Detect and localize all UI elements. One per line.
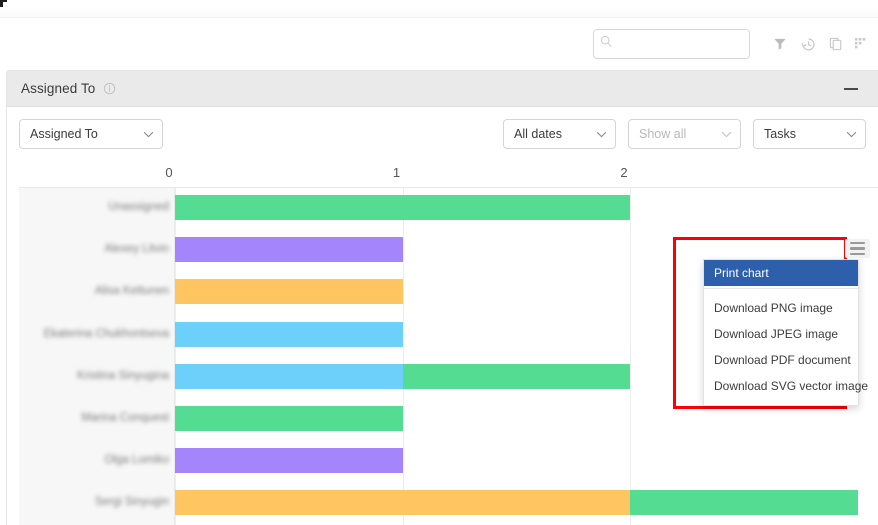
menu-separator: [704, 288, 858, 289]
minimize-button[interactable]: [838, 76, 864, 102]
chart-category-label: Alisa Kettunen: [94, 285, 169, 298]
chart-bar[interactable]: [175, 448, 878, 474]
chart-category-label: Kristina Sinyugina: [76, 369, 169, 382]
chart-bar-segment[interactable]: [402, 363, 630, 389]
chart-category-label: Sergi Sinyugin: [94, 496, 169, 509]
type-select-label: Tasks: [764, 127, 796, 141]
window-corner-artifact: [0, 0, 7, 7]
history-icon[interactable]: [794, 29, 822, 59]
hamburger-icon[interactable]: [845, 239, 870, 258]
search-icon: [600, 35, 613, 53]
chart-category-label: Olga Lomiko: [104, 454, 169, 467]
filter-bar: Assigned To All dates Show all Tasks: [7, 107, 878, 161]
export-menu[interactable]: Print chart Download PNG image Download JP…: [703, 259, 868, 406]
assigned-to-panel: Assigned To Assigned To All dates Show a…: [6, 70, 878, 525]
panel-header: Assigned To: [7, 71, 878, 107]
export-menu-item[interactable]: Download SVG vector image: [704, 373, 868, 399]
chart-bar-segment[interactable]: [175, 321, 403, 347]
chart-x-axis: 0 1 2: [7, 161, 878, 187]
top-strip: [0, 8, 878, 18]
type-select[interactable]: Tasks: [753, 119, 866, 149]
chart-category-label: Ekaterina Chukhontseva: [43, 327, 169, 340]
chart-bar[interactable]: [175, 490, 878, 516]
chart-bar-segment[interactable]: [175, 448, 403, 474]
chevron-down-icon: [721, 127, 732, 141]
search-box[interactable]: [593, 29, 772, 59]
chart-bar[interactable]: [175, 195, 878, 220]
chevron-down-icon: [143, 127, 154, 141]
assigned-to-select[interactable]: Assigned To: [19, 119, 163, 149]
chart-category-label: Alexey Litvin: [104, 243, 169, 256]
x-tick-label: 2: [620, 165, 628, 180]
chart-bar-segment[interactable]: [175, 406, 403, 431]
page-title: Assigned To: [21, 81, 96, 96]
copy-icon[interactable]: [822, 29, 850, 59]
x-tick-label: 1: [392, 165, 401, 180]
toolbar: [0, 18, 878, 70]
chart-bar-segment[interactable]: [630, 490, 858, 516]
filter-icon[interactable]: [766, 29, 794, 59]
chevron-down-icon: [596, 127, 607, 141]
chart-category-column: [19, 187, 175, 525]
chart-bar-segment[interactable]: [175, 279, 403, 305]
grid-icon[interactable]: [850, 29, 878, 59]
chart-bar-segment[interactable]: [175, 490, 630, 516]
app-window: Assigned To Assigned To All dates Show a…: [0, 0, 878, 525]
chart-bar-segment[interactable]: [175, 237, 403, 263]
show-all-select-label: Show all: [639, 127, 687, 141]
export-menu-item[interactable]: Download JPEG image: [704, 321, 858, 347]
chart-bar-segment[interactable]: [175, 363, 403, 389]
search-input[interactable]: [613, 31, 772, 57]
chart-category-label: Unassigned: [108, 201, 169, 213]
info-icon[interactable]: [103, 82, 116, 95]
chart-category-label: Marina Conquest: [81, 412, 169, 424]
dates-select[interactable]: All dates: [503, 119, 616, 149]
x-tick-label: 0: [165, 165, 173, 180]
chart-bar-segment[interactable]: [175, 195, 630, 220]
dates-select-label: All dates: [514, 127, 562, 141]
show-all-select[interactable]: Show all: [628, 119, 741, 149]
chevron-down-icon: [846, 127, 857, 141]
export-menu-item[interactable]: Download PDF document: [704, 347, 858, 373]
assigned-to-select-label: Assigned To: [30, 127, 98, 141]
chart-bar[interactable]: [175, 406, 878, 431]
export-menu-item[interactable]: Download PNG image: [704, 295, 858, 321]
export-menu-item[interactable]: Print chart: [704, 260, 858, 286]
